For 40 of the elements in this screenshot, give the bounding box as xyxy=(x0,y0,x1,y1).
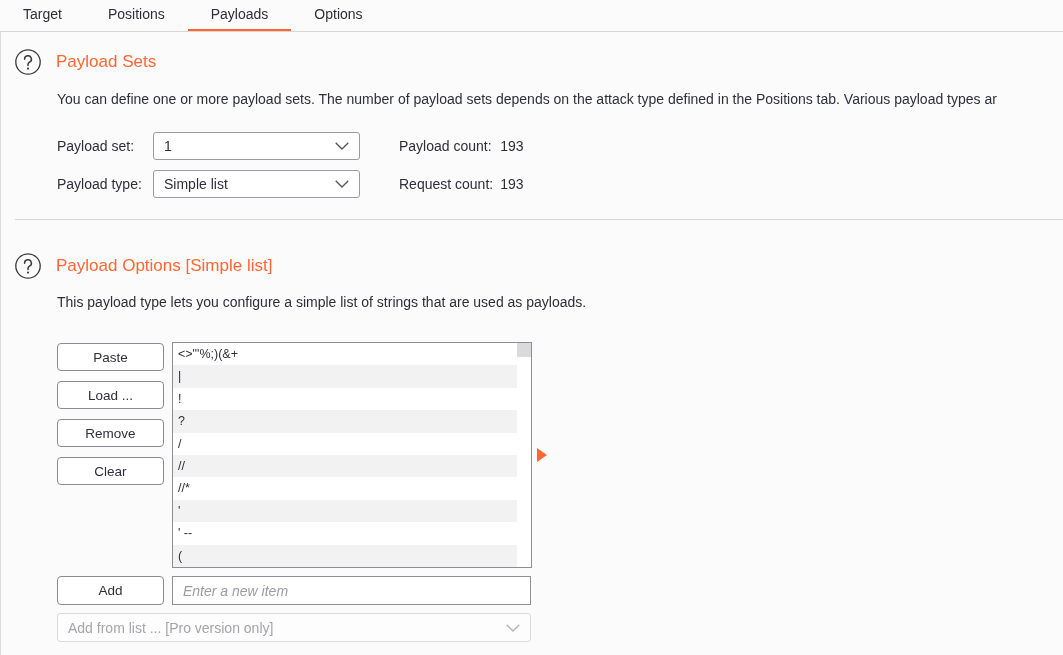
tab[interactable]: Payloads xyxy=(187,0,292,31)
list-item[interactable]: ! xyxy=(173,387,517,411)
list-item[interactable]: ( xyxy=(173,544,517,567)
section-title: Payload Options [Simple list] xyxy=(56,256,273,276)
scrollbar-thumb[interactable] xyxy=(517,343,531,357)
chevron-down-icon xyxy=(335,180,349,188)
list-action-button[interactable]: Clear xyxy=(57,457,164,485)
input-field[interactable]: Enter a new item xyxy=(172,576,531,605)
chevron-down-icon xyxy=(506,623,520,632)
list-action-button[interactable]: Load ... xyxy=(57,381,164,409)
list-item[interactable]: //* xyxy=(173,477,517,500)
dropdown[interactable]: 1 xyxy=(153,132,360,160)
list-item[interactable]: ' xyxy=(173,499,517,523)
tab[interactable]: Options xyxy=(291,0,386,31)
count-value: 193 xyxy=(500,138,524,154)
tab[interactable]: Target xyxy=(0,0,85,31)
count-label: Payload count: xyxy=(399,138,493,154)
list-item[interactable]: | xyxy=(173,365,517,388)
help-icon[interactable] xyxy=(15,253,41,279)
list-item[interactable]: ? xyxy=(173,410,517,433)
count-label: Request count: xyxy=(399,176,494,192)
description-text: This payload type lets you configure a simple list of strings that are used as payloads. xyxy=(57,293,588,311)
list-item[interactable]: ' -- xyxy=(173,522,517,545)
list-item[interactable]: <>"'%;)(&+ xyxy=(173,343,517,366)
payload-list[interactable]: <>"'%;)(&+ | ! ? / // //* ' ' -- ( xyxy=(172,342,532,568)
field-label: Payload set: xyxy=(57,138,136,154)
list-item[interactable]: // xyxy=(173,454,517,478)
field-label: Payload type: xyxy=(57,176,143,192)
triangle-arrow-icon[interactable] xyxy=(537,448,547,462)
list-action-button[interactable]: Paste xyxy=(57,343,164,371)
section-title: Payload Sets xyxy=(56,52,157,72)
chevron-down-icon xyxy=(335,142,349,150)
add-button[interactable]: Add xyxy=(57,576,164,605)
tab[interactable]: Positions xyxy=(84,0,188,31)
help-icon[interactable] xyxy=(15,49,41,75)
list-action-button[interactable]: Remove xyxy=(57,419,164,447)
description-text: You can define one or more payload sets. The number of payload sets depends on the attack type defined in the Positions tab. Various payload types ar xyxy=(57,90,998,108)
count-value: 193 xyxy=(500,176,524,192)
list-item[interactable]: / xyxy=(173,432,517,455)
dropdown[interactable]: Simple list xyxy=(153,170,360,198)
